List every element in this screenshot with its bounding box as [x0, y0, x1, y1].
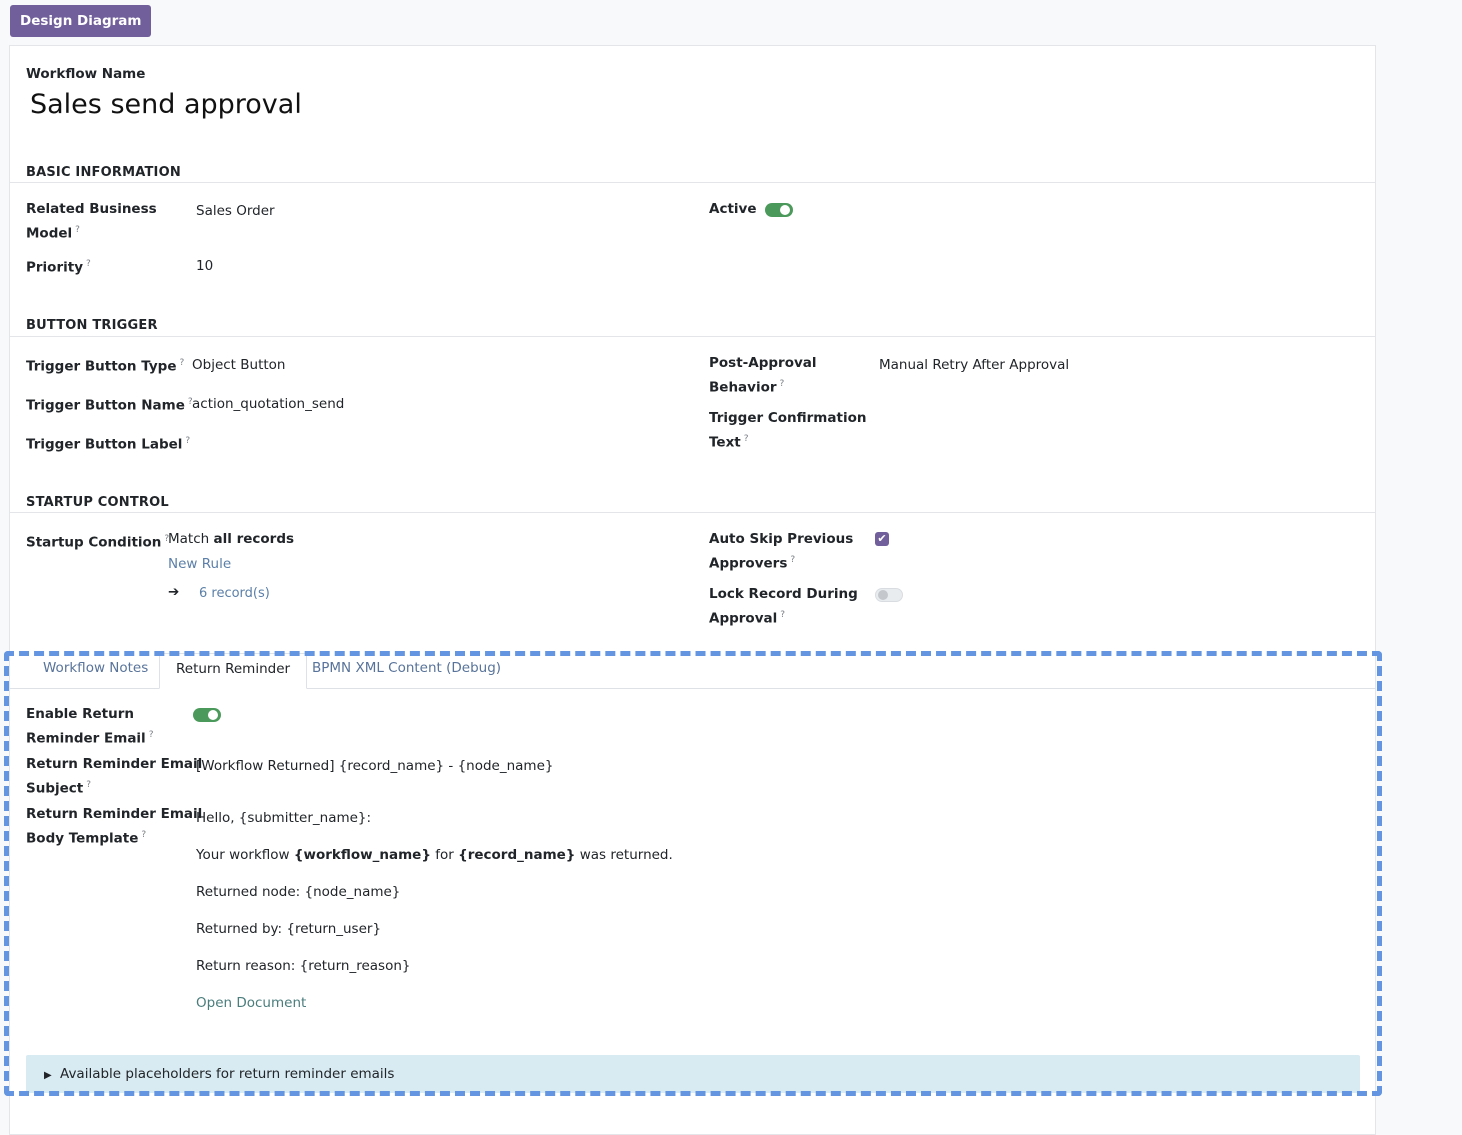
- tab-return-reminder[interactable]: Return Reminder: [159, 653, 308, 689]
- triangle-right-icon: ▶: [44, 1070, 52, 1081]
- workflow-name-label: Workflow Name: [26, 66, 146, 82]
- body-line: Hello, {submitter_name}:: [196, 810, 372, 826]
- related-model-label: Related Business Model?: [26, 201, 157, 242]
- form-sheet: Workflow Name Sales send approval BASIC …: [9, 45, 1376, 1135]
- enable-reminder-toggle[interactable]: [193, 708, 221, 722]
- section-title-startup: STARTUP CONTROL: [26, 495, 169, 510]
- lock-record-toggle[interactable]: [875, 588, 903, 602]
- domain-match-text: Match all records: [168, 531, 295, 547]
- records-count-link[interactable]: 6 record(s): [199, 583, 270, 604]
- reminder-subject-label: Return Reminder Email Subject?: [26, 756, 203, 797]
- section-title-basic: BASIC INFORMATION: [26, 165, 181, 180]
- trigger-confirmation-label: Trigger Confirmation Text?: [709, 410, 867, 451]
- reminder-body-label: Return Reminder Email Body Template?: [26, 806, 203, 847]
- enable-reminder-label: Enable Return Reminder Email?: [26, 706, 154, 747]
- trigger-name-label: Trigger Button Name?: [26, 397, 193, 414]
- section-divider: [10, 512, 1376, 513]
- trigger-type-label: Trigger Button Type?: [26, 358, 185, 375]
- trigger-button-label-label: Trigger Button Label?: [26, 436, 191, 453]
- help-icon[interactable]: ?: [86, 780, 91, 790]
- related-model-field[interactable]: Sales Order: [196, 201, 275, 222]
- placeholders-summary: Available placeholders for return remind…: [60, 1066, 395, 1082]
- body-line: Returned by: {return_user}: [196, 921, 382, 937]
- auto-skip-checkbox[interactable]: ✔: [875, 532, 889, 546]
- priority-label: Priority?: [26, 259, 91, 276]
- body-line: Your workflow {workflow_name} for {recor…: [196, 847, 673, 863]
- trigger-name-field[interactable]: action_quotation_send: [192, 394, 344, 415]
- help-icon[interactable]: ?: [141, 830, 146, 840]
- section-divider: [10, 336, 1376, 337]
- priority-field[interactable]: 10: [196, 256, 213, 277]
- tab-bpmn-xml[interactable]: BPMN XML Content (Debug): [296, 653, 517, 688]
- help-icon[interactable]: ?: [86, 259, 91, 269]
- open-document-link[interactable]: Open Document: [196, 993, 306, 1014]
- help-icon[interactable]: ?: [790, 555, 795, 565]
- section-divider: [10, 182, 1376, 183]
- tab-workflow-notes[interactable]: Workflow Notes: [27, 653, 164, 688]
- body-line: Returned node: {node_name}: [196, 884, 401, 900]
- new-rule-link[interactable]: New Rule: [168, 554, 231, 575]
- post-approval-label: Post-Approval Behavior?: [709, 355, 817, 396]
- arrow-right-icon: ➔: [168, 584, 180, 600]
- help-icon[interactable]: ?: [179, 358, 184, 368]
- notebook-tabs: Workflow Notes Return Reminder BPMN XML …: [10, 653, 1376, 689]
- workflow-name-field[interactable]: Sales send approval: [30, 86, 302, 124]
- reminder-subject-field[interactable]: [Workflow Returned] {record_name} - {nod…: [196, 756, 553, 777]
- help-icon[interactable]: ?: [149, 730, 154, 740]
- startup-condition-label: Startup Condition?: [26, 534, 170, 551]
- active-toggle[interactable]: [765, 203, 793, 217]
- help-icon[interactable]: ?: [780, 610, 785, 620]
- auto-skip-label: Auto Skip Previous Approvers?: [709, 531, 854, 572]
- trigger-type-field[interactable]: Object Button: [192, 355, 285, 376]
- post-approval-field[interactable]: Manual Retry After Approval: [879, 355, 1069, 376]
- section-title-trigger: BUTTON TRIGGER: [26, 318, 158, 333]
- help-icon[interactable]: ?: [780, 379, 785, 389]
- help-icon[interactable]: ?: [744, 434, 749, 444]
- help-icon[interactable]: ?: [185, 436, 190, 446]
- body-line: Return reason: {return_reason}: [196, 958, 411, 974]
- design-diagram-button[interactable]: Design Diagram: [10, 5, 152, 37]
- help-icon[interactable]: ?: [75, 225, 80, 235]
- lock-record-label: Lock Record During Approval?: [709, 586, 858, 627]
- placeholders-disclosure[interactable]: ▶ Available placeholders for return remi…: [26, 1055, 1360, 1093]
- top-bar: Design Diagram: [0, 0, 1462, 44]
- active-label: Active: [709, 201, 757, 217]
